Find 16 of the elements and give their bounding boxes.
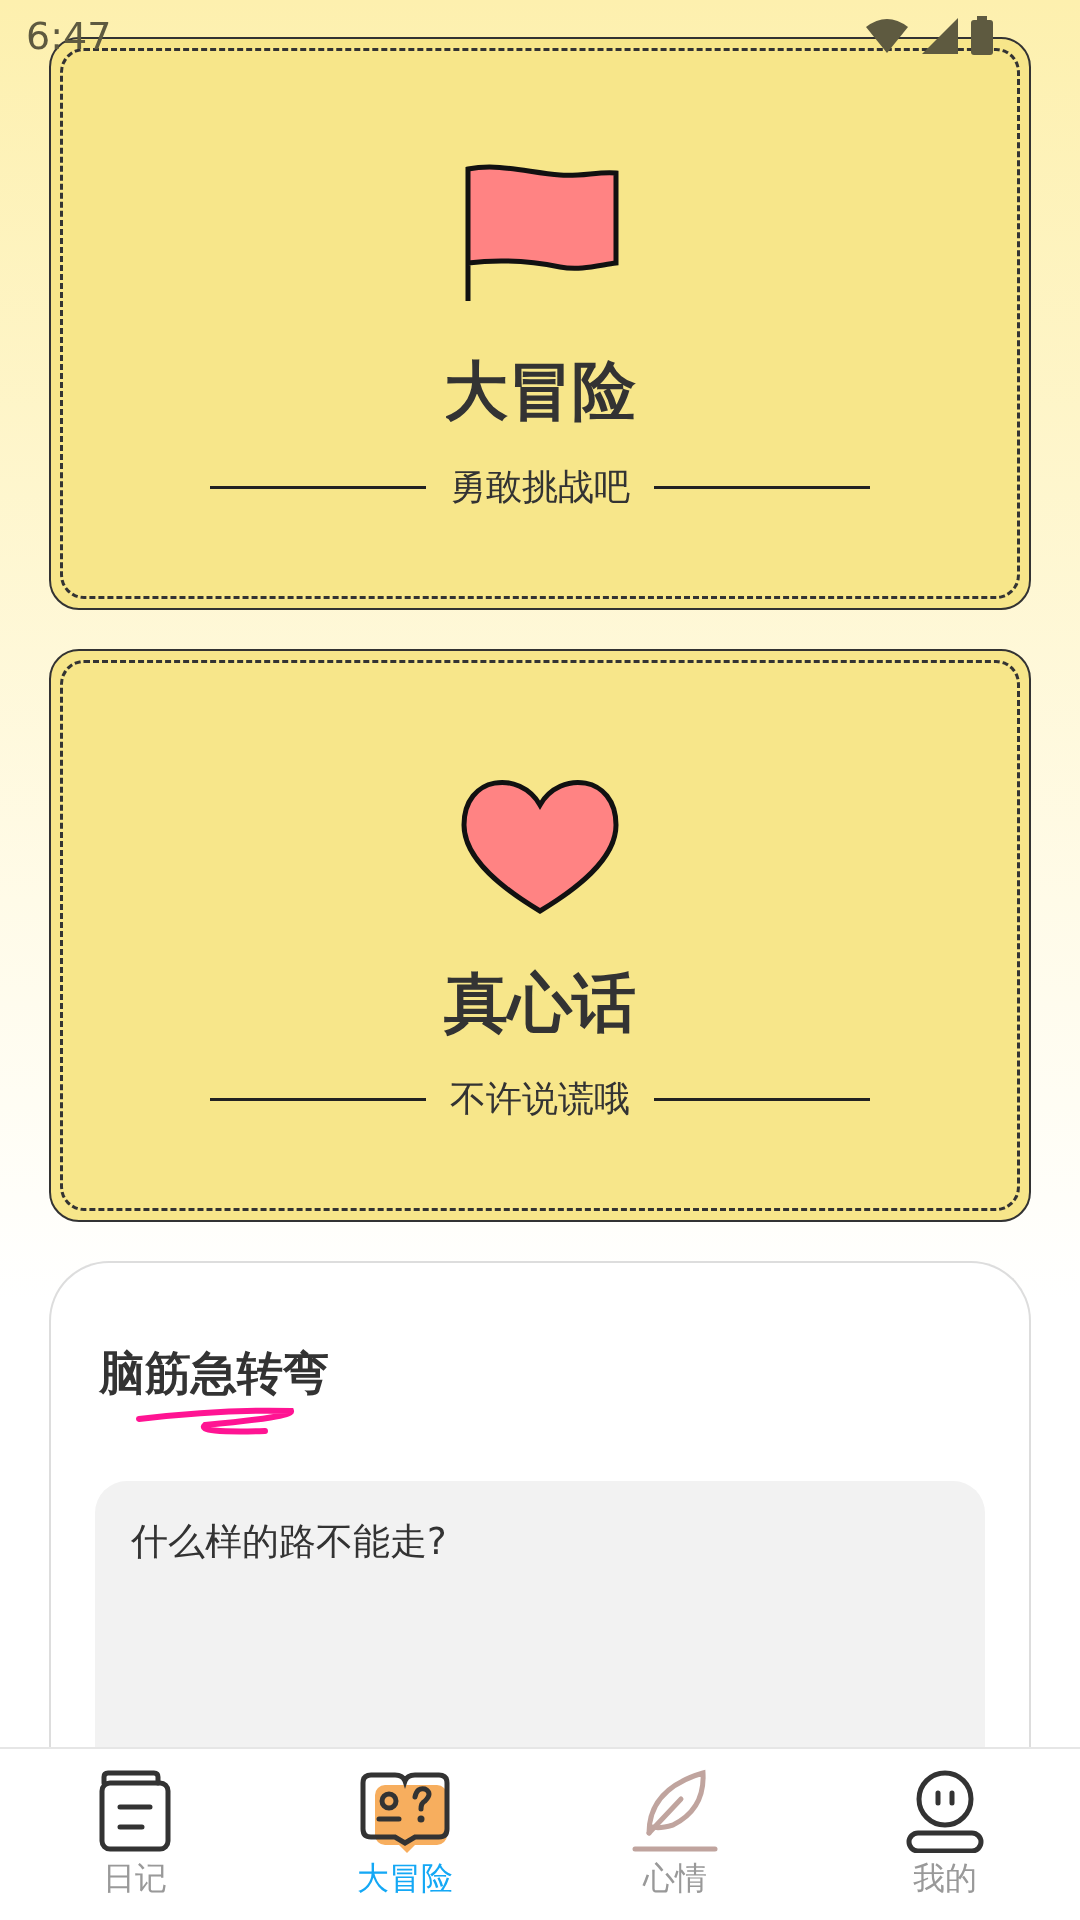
card-subtitle: 勇敢挑战吧 xyxy=(450,465,630,509)
mode-card[interactable]: 真心话 不许说谎哦 xyxy=(49,649,1031,1222)
notebook-icon xyxy=(98,1769,172,1853)
tab[interactable]: 心情 xyxy=(540,1749,810,1920)
tab[interactable]: 大冒险 xyxy=(270,1749,540,1920)
wifi-icon xyxy=(864,17,910,55)
tab[interactable]: 日记 xyxy=(0,1749,270,1920)
battery-icon xyxy=(970,16,994,56)
person-icon xyxy=(905,1769,985,1853)
card-title: 大冒险 xyxy=(444,359,636,423)
section-title: 脑筋急转弯 xyxy=(98,1345,330,1402)
card-subtitle: 不许说谎哦 xyxy=(450,1077,630,1121)
card-title: 真心话 xyxy=(444,971,636,1035)
tab[interactable]: 我的 xyxy=(810,1749,1080,1920)
question-text: 什么样的路不能走? xyxy=(131,1520,447,1563)
signal-icon xyxy=(920,16,960,56)
